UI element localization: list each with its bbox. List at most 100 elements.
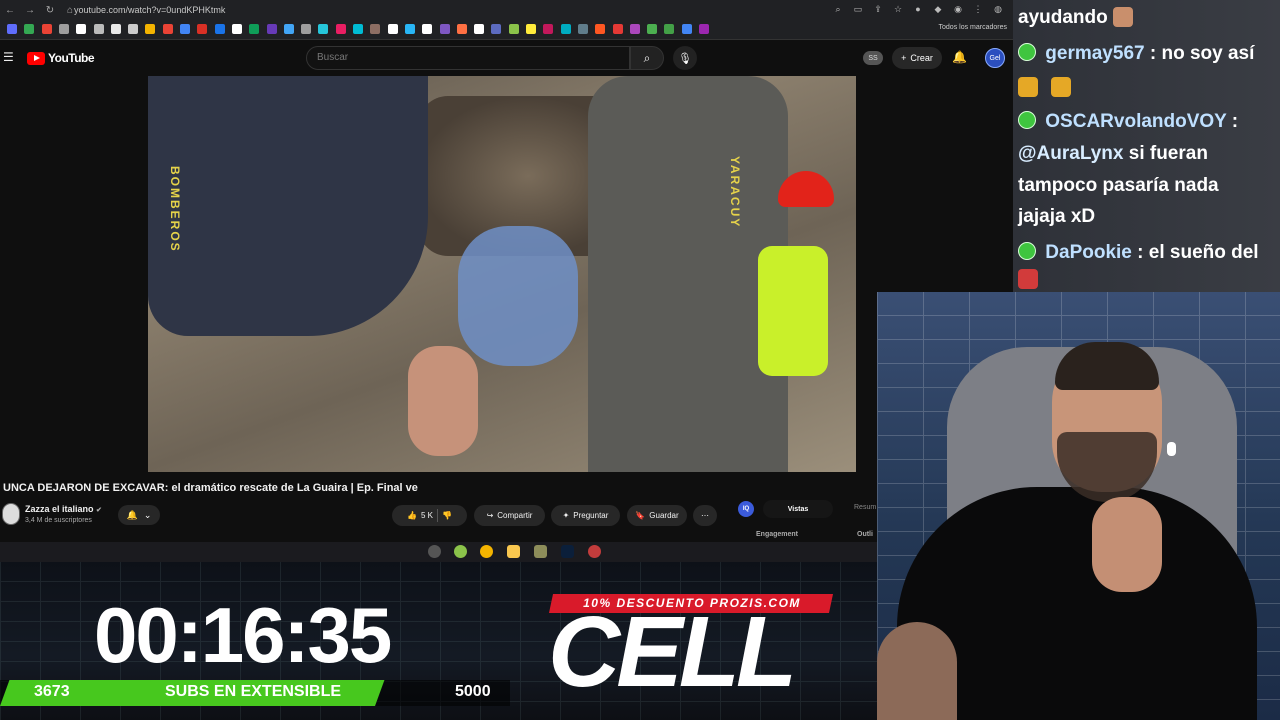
bookmark-icon[interactable] — [110, 24, 121, 34]
chat-text: no soy así — [1161, 43, 1255, 64]
bookmark-icon[interactable] — [301, 24, 312, 34]
video-sleeve-text-right: YARACUY — [728, 156, 742, 229]
bookmark-icon[interactable] — [404, 24, 415, 34]
channel-name[interactable]: Zazza el italiano — [25, 504, 94, 514]
search-button[interactable]: ⌕ — [630, 46, 664, 70]
bookmark-icon[interactable] — [491, 24, 502, 34]
search-input[interactable]: Buscar — [306, 46, 630, 70]
extension-icon-2[interactable]: ◆ — [931, 2, 945, 16]
extension-icon[interactable]: ● — [911, 2, 925, 16]
chrome-icon[interactable] — [480, 545, 493, 558]
bookmark-icon[interactable] — [58, 24, 69, 34]
share-page-icon[interactable]: ⇪ — [871, 2, 885, 16]
bookmark-icon[interactable] — [128, 24, 139, 34]
chat-username[interactable]: OSCARvolandoVOY — [1045, 111, 1226, 132]
notifications-bell-icon[interactable]: 🔔 — [952, 50, 967, 64]
back-icon[interactable]: ← — [0, 0, 20, 20]
chat-username[interactable]: germay567 — [1045, 43, 1144, 64]
bookmark-icon[interactable] — [474, 24, 485, 34]
zoom-icon[interactable]: ⌕ — [831, 2, 845, 16]
bookmark-icon[interactable] — [595, 24, 606, 34]
app-icon-tool[interactable] — [534, 545, 547, 558]
bookmark-icon[interactable] — [612, 24, 623, 34]
bell-icon: 🔔 — [126, 509, 138, 520]
chat-username[interactable]: DaPookie — [1045, 242, 1132, 263]
bookmark-icon[interactable] — [353, 24, 363, 34]
ss-extension-badge[interactable]: SS — [863, 51, 883, 65]
profile-icon[interactable]: ◍ — [991, 2, 1005, 16]
channel-avatar[interactable] — [2, 503, 20, 525]
youtube-logo[interactable]: YouTube — [27, 51, 95, 65]
bookmark-icon[interactable] — [283, 24, 294, 34]
extension-icon-3[interactable]: ◉ — [951, 2, 965, 16]
app-icon-green[interactable] — [454, 545, 467, 558]
bookmark-icon[interactable] — [214, 24, 225, 34]
bookmark-icon[interactable] — [24, 24, 35, 34]
analytics-panel: IQ Vistas Resum Engagement Outli — [728, 494, 876, 542]
create-button[interactable]: + Crear — [892, 47, 942, 69]
bookmark-icon[interactable] — [387, 24, 398, 34]
like-icon[interactable]: 👍 — [407, 511, 417, 520]
bookmark-icon[interactable] — [422, 24, 433, 34]
bookmark-icon[interactable] — [266, 24, 277, 34]
chat-message-cont: jajaja xD — [1018, 201, 1095, 233]
bookmark-icon[interactable] — [231, 24, 242, 34]
channel-name-row[interactable]: Zazza el italiano ✔ — [25, 504, 102, 514]
windows-icon[interactable] — [428, 545, 441, 558]
bookmark-icon[interactable] — [508, 24, 519, 34]
bookmarks-folder[interactable]: Todos los marcadores — [939, 24, 1007, 31]
bookmark-icon[interactable] — [145, 24, 156, 34]
forward-icon[interactable]: → — [20, 0, 40, 20]
photoshop-icon[interactable] — [561, 545, 574, 558]
video-backpack — [458, 226, 578, 366]
bookmark-icon[interactable] — [681, 24, 692, 34]
bookmark-icon[interactable] — [647, 24, 658, 34]
bookmark-icon[interactable] — [93, 24, 104, 34]
tab-vistas[interactable]: Vistas — [763, 500, 833, 518]
account-avatar[interactable]: Gel — [985, 48, 1005, 68]
bookmark-icon[interactable] — [76, 24, 87, 34]
stream-timer: 00:16:35 — [94, 591, 392, 679]
bookmark-icon[interactable] — [439, 24, 450, 34]
more-icon: ⋯ — [701, 511, 709, 520]
bookmark-icon[interactable] — [526, 24, 536, 34]
bookmark-icon[interactable] — [249, 24, 260, 34]
ask-button[interactable]: ✦ Preguntar — [551, 505, 620, 526]
bookmark-icon[interactable] — [197, 24, 208, 34]
bookmark-icon[interactable] — [629, 24, 640, 34]
dislike-icon[interactable]: 👎 — [442, 511, 452, 520]
bookmark-star-icon[interactable]: ☆ — [891, 2, 905, 16]
bookmark-icon[interactable] — [370, 24, 381, 34]
url-text[interactable]: youtube.com/watch?v=0undKPHKtmk — [74, 3, 225, 17]
chat-mention[interactable]: @AuraLynx — [1018, 143, 1123, 164]
bookmark-icon[interactable] — [7, 24, 17, 34]
bookmark-icon[interactable] — [560, 24, 571, 34]
tab-resumen[interactable]: Resum — [854, 504, 876, 511]
iq-badge[interactable]: IQ — [738, 501, 754, 517]
hamburger-menu-icon[interactable]: ☰ — [3, 50, 14, 64]
like-count[interactable]: 5 K — [421, 511, 433, 520]
obs-icon[interactable] — [588, 545, 601, 558]
video-player[interactable]: BOMBEROS YARACUY — [148, 76, 856, 472]
save-button[interactable]: 🔖 Guardar — [627, 505, 687, 526]
bookmark-icon[interactable] — [543, 24, 554, 34]
reload-icon[interactable]: ↻ — [40, 0, 60, 20]
folder-icon[interactable] — [507, 545, 520, 558]
sparkle-icon: ✦ — [562, 511, 570, 520]
bookmark-icon[interactable] — [699, 24, 709, 34]
voice-search-button[interactable]: 🎙 — [673, 46, 697, 70]
cast-icon[interactable]: ▭ — [851, 2, 865, 16]
bookmark-icon[interactable] — [180, 24, 190, 34]
bookmark-icon[interactable] — [41, 24, 52, 34]
bookmark-icon[interactable] — [318, 24, 329, 34]
bookmark-icon[interactable] — [456, 24, 467, 34]
bookmark-icon[interactable] — [335, 24, 346, 34]
bookmark-icon[interactable] — [162, 24, 173, 34]
subscription-bell-button[interactable]: 🔔 ⌄ — [118, 505, 160, 525]
webcam-feed — [877, 292, 1280, 720]
bookmark-icon[interactable] — [664, 24, 675, 34]
menu-icon[interactable]: ⋮ — [971, 2, 985, 16]
bookmark-icon[interactable] — [577, 24, 588, 34]
share-button[interactable]: ↪ Compartir — [474, 505, 545, 526]
more-actions-button[interactable]: ⋯ — [693, 505, 717, 526]
